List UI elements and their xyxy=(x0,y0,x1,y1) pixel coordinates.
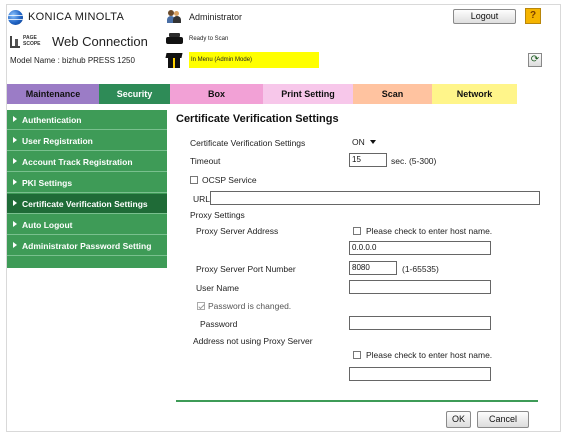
proxy-port-range: (1-65535) xyxy=(402,264,439,274)
device-status: Ready to Scan xyxy=(166,33,228,45)
brand-name: KONICA MINOLTA xyxy=(28,11,125,23)
arrow-right-icon xyxy=(13,116,17,122)
proxy-address-input[interactable]: 0.0.0.0 xyxy=(349,241,491,255)
chevron-down-icon xyxy=(369,140,376,144)
timeout-unit: sec. (5-300) xyxy=(391,156,437,166)
tab-scan[interactable]: Scan xyxy=(353,84,432,104)
arrow-right-icon xyxy=(13,200,17,206)
sidebar-item-label: Certificate Verification Settings xyxy=(22,199,148,209)
password-input[interactable] xyxy=(349,316,491,330)
sidebar-item-label: PKI Settings xyxy=(22,178,73,188)
proxy-address-label: Proxy Server Address xyxy=(196,226,279,236)
arrow-right-icon xyxy=(13,179,17,185)
sidebar-item-label: Auto Logout xyxy=(22,220,73,230)
no-proxy-host-checkbox[interactable] xyxy=(353,351,361,359)
mode-status: In Menu (Admin Mode) xyxy=(165,52,319,68)
sidebar-item-label: Authentication xyxy=(22,115,82,125)
main-tabs: Maintenance Security Box Print Setting S… xyxy=(7,84,517,104)
tab-box[interactable]: Box xyxy=(170,84,263,104)
cvs-select-value: ON xyxy=(352,137,365,147)
ocsp-checkbox[interactable] xyxy=(190,176,198,184)
printer-icon xyxy=(166,33,183,45)
tab-print-setting[interactable]: Print Setting xyxy=(263,84,353,104)
sidebar: Authentication User Registration Account… xyxy=(7,110,167,268)
sidebar-item-authentication[interactable]: Authentication xyxy=(7,110,167,130)
konica-minolta-logo: KONICA MINOLTA xyxy=(8,8,124,26)
password-label: Password xyxy=(200,319,238,329)
sidebar-item-label: Account Track Registration xyxy=(22,157,133,167)
globe-icon xyxy=(8,9,23,25)
no-proxy-input[interactable] xyxy=(349,367,491,381)
timeout-label: Timeout xyxy=(190,156,221,166)
url-input[interactable] xyxy=(210,191,540,205)
tab-security[interactable]: Security xyxy=(99,84,170,104)
status-ready-text: Ready to Scan xyxy=(189,36,229,42)
arrow-right-icon xyxy=(13,158,17,164)
sidebar-item-label: User Registration xyxy=(22,136,93,146)
user-label: Administrator xyxy=(189,11,243,22)
logout-button[interactable]: Logout xyxy=(453,9,516,24)
user-name-label: User Name xyxy=(196,283,239,293)
web-connection-logo: PAGE SCOPE Web Connection xyxy=(10,34,148,49)
proxy-host-checkbox[interactable] xyxy=(353,227,361,235)
refresh-icon[interactable]: ⟳ xyxy=(528,53,542,67)
cvs-select[interactable]: ON xyxy=(350,136,390,149)
sidebar-item-label: Administrator Password Setting xyxy=(22,241,152,251)
proxy-host-check-label: Please check to enter host name. xyxy=(366,226,493,236)
timeout-input[interactable]: 15 xyxy=(349,153,387,167)
app-title: Web Connection xyxy=(52,34,148,49)
sidebar-item-administrator-password-setting[interactable]: Administrator Password Setting xyxy=(7,236,167,256)
users-icon xyxy=(167,10,181,23)
url-label: URL xyxy=(193,194,211,204)
tab-maintenance[interactable]: Maintenance xyxy=(7,84,99,104)
proxy-port-label: Proxy Server Port Number xyxy=(196,264,296,274)
pagescope-icon: PAGE SCOPE xyxy=(10,35,52,49)
status-menu-text: In Menu (Admin Mode) xyxy=(189,52,319,68)
arrow-right-icon xyxy=(13,242,17,248)
page-title: Certificate Verification Settings xyxy=(176,113,339,125)
model-name: Model Name : bizhub PRESS 1250 xyxy=(10,56,135,65)
ok-button[interactable]: OK xyxy=(446,411,471,428)
password-changed-label: Password is changed. xyxy=(208,301,292,311)
no-proxy-label: Address not using Proxy Server xyxy=(193,336,313,346)
password-changed-checkbox[interactable] xyxy=(197,302,205,310)
no-proxy-host-check-label: Please check to enter host name. xyxy=(366,350,493,360)
tab-network[interactable]: Network xyxy=(432,84,517,104)
sidebar-item-auto-logout[interactable]: Auto Logout xyxy=(7,215,167,235)
arrow-right-icon xyxy=(13,221,17,227)
sidebar-item-certificate-verification-settings[interactable]: Certificate Verification Settings xyxy=(7,194,167,214)
sidebar-item-pki-settings[interactable]: PKI Settings xyxy=(7,173,167,193)
cancel-button[interactable]: Cancel xyxy=(477,411,529,428)
sidebar-item-user-registration[interactable]: User Registration xyxy=(7,131,167,151)
sidebar-item-account-track-registration[interactable]: Account Track Registration xyxy=(7,152,167,172)
cvs-label: Certificate Verification Settings xyxy=(190,138,306,148)
form-divider xyxy=(176,400,538,402)
box-icon xyxy=(165,52,183,68)
pagescope-word: PAGE SCOPE xyxy=(23,34,41,47)
help-icon[interactable]: ? xyxy=(525,8,541,24)
ocsp-label: OCSP Service xyxy=(202,175,257,185)
user-name-input[interactable] xyxy=(349,280,491,294)
arrow-right-icon xyxy=(13,137,17,143)
proxy-port-input[interactable]: 8080 xyxy=(349,261,397,275)
current-user: Administrator xyxy=(167,10,242,23)
proxy-settings-heading: Proxy Settings xyxy=(190,210,245,220)
